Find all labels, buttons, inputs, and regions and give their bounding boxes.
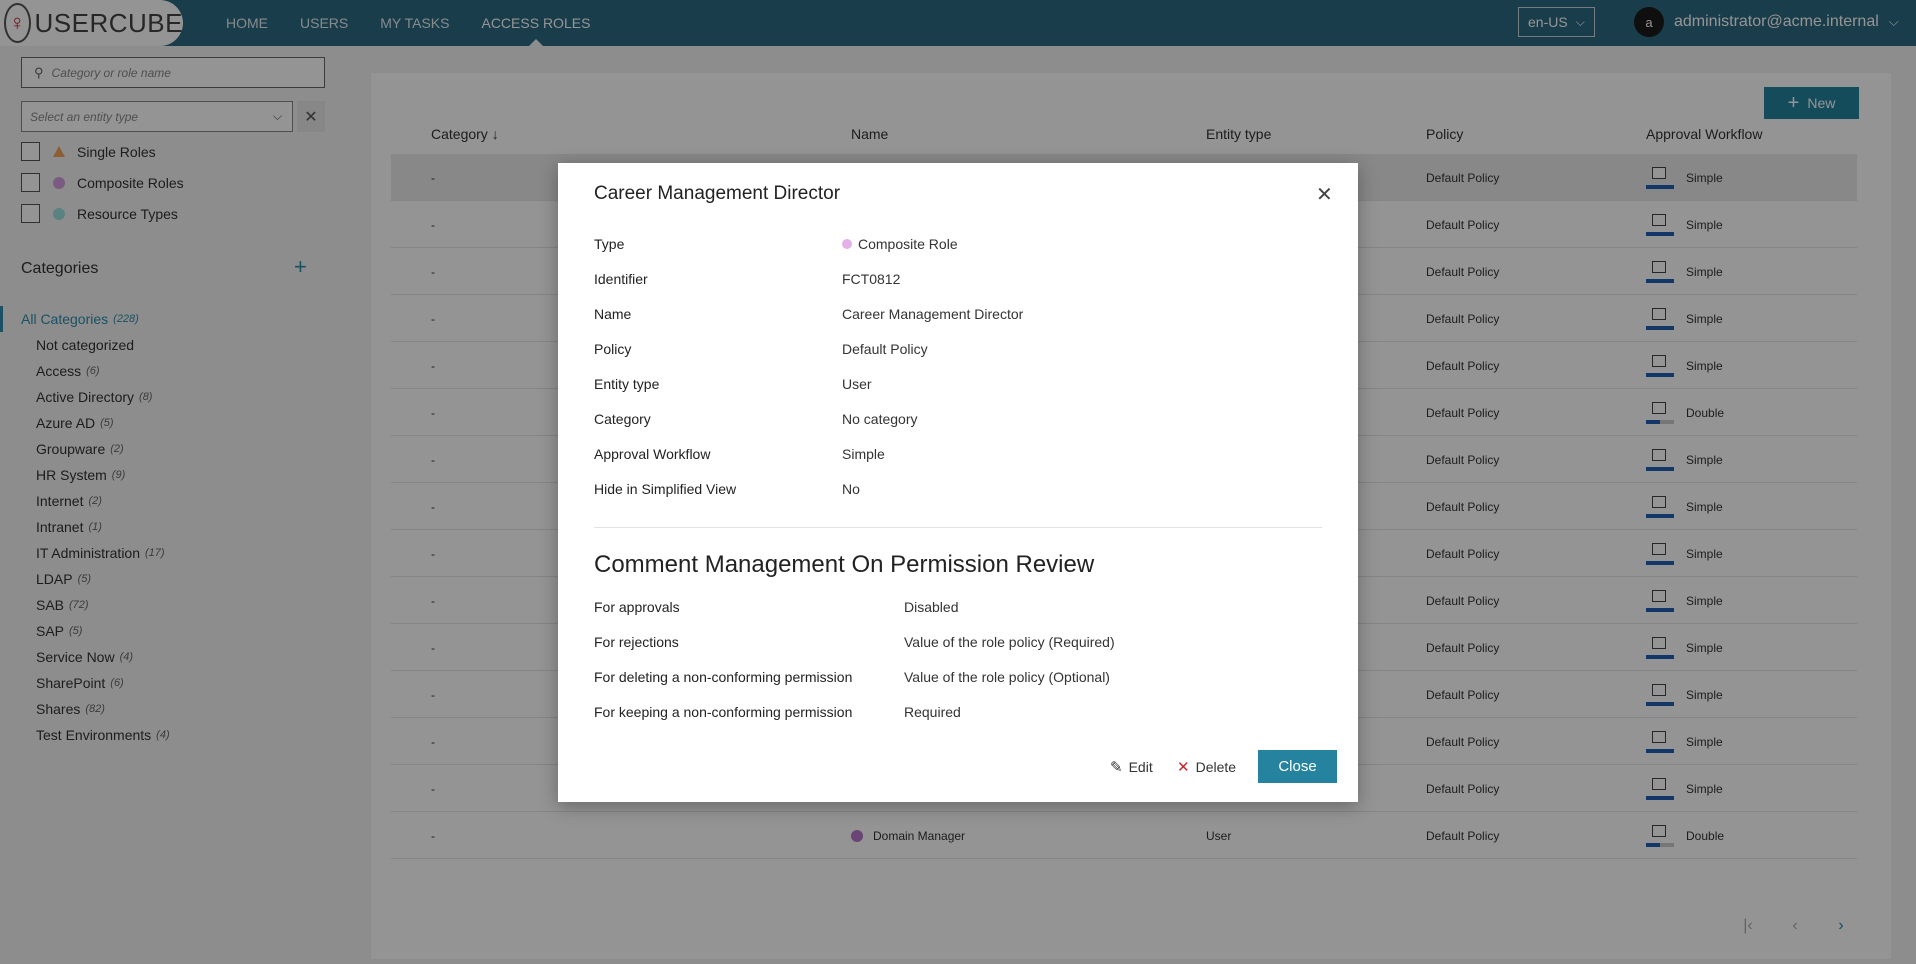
field-value: Composite Role — [858, 236, 958, 252]
composite-role-icon — [842, 239, 852, 249]
field-label: Type — [594, 236, 625, 252]
close-button[interactable]: Close — [1258, 750, 1337, 783]
field-value: No category — [842, 411, 918, 427]
delete-label: Delete — [1195, 758, 1237, 775]
comment-value: Value of the role policy (Optional) — [904, 669, 1110, 685]
field-type-value: Composite Role — [842, 236, 958, 252]
pencil-icon: ✎ — [1110, 758, 1123, 776]
close-icon[interactable]: ✕ — [1316, 182, 1333, 207]
field-label: Identifier — [594, 271, 648, 287]
comment-label: For approvals — [594, 599, 680, 615]
comment-value: Value of the role policy (Required) — [904, 634, 1115, 650]
delete-button[interactable]: ✕ Delete — [1177, 750, 1236, 783]
comment-label: For deleting a non-conforming permission — [594, 669, 853, 685]
comment-section-title: Comment Management On Permission Review — [594, 551, 1095, 578]
role-details-modal: Career Management Director ✕ Type Compos… — [558, 163, 1358, 802]
edit-button[interactable]: ✎ Edit — [1110, 750, 1153, 783]
comment-label: For keeping a non-conforming permission — [594, 704, 853, 720]
field-label: Entity type — [594, 376, 660, 392]
divider — [594, 527, 1322, 528]
field-value: FCT0812 — [842, 271, 901, 287]
field-label: Approval Workflow — [594, 446, 711, 462]
field-value: Simple — [842, 446, 885, 462]
delete-icon: ✕ — [1177, 758, 1190, 776]
comment-value: Disabled — [904, 599, 959, 615]
field-label: Hide in Simplified View — [594, 481, 737, 497]
field-label: Category — [594, 411, 651, 427]
comment-label: For rejections — [594, 634, 679, 650]
edit-label: Edit — [1128, 758, 1153, 775]
field-value: User — [842, 376, 872, 392]
field-label: Policy — [594, 341, 632, 357]
field-value: Career Management Director — [842, 306, 1024, 322]
field-value: Default Policy — [842, 341, 928, 357]
field-value: No — [842, 481, 860, 497]
modal-title: Career Management Director — [594, 183, 841, 204]
comment-value: Required — [904, 704, 961, 720]
field-label: Name — [594, 306, 632, 322]
